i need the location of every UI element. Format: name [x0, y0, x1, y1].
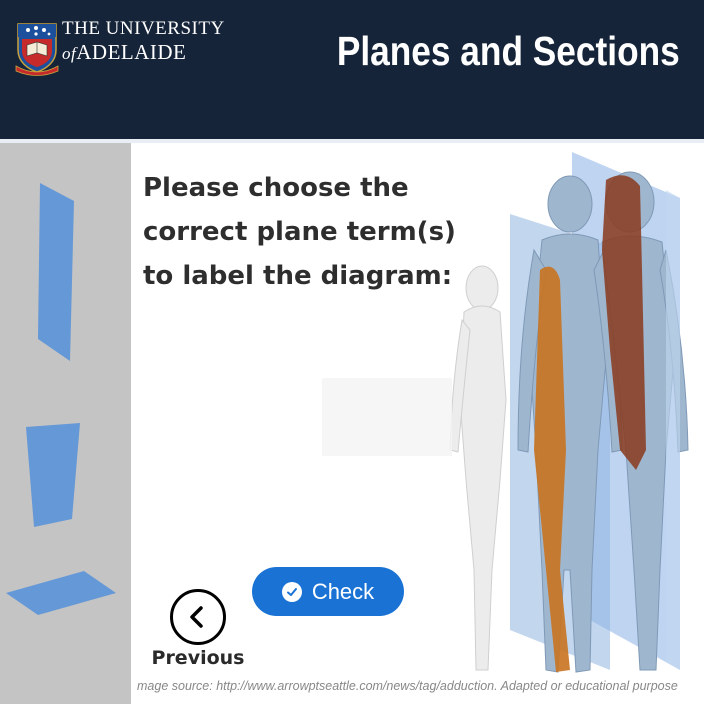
logo-name: ADELAIDE: [76, 40, 187, 64]
question-line-3: to label the diagram:: [143, 261, 453, 291]
image-source-caption: mage source: http://www.arrowptseattle.c…: [137, 679, 678, 693]
plane-options-tray: [0, 143, 131, 704]
header-bar: THE UNIVERSITY ofADELAIDE Planes and Sec…: [0, 0, 704, 139]
transverse-plane-tile[interactable]: [4, 567, 118, 619]
check-button[interactable]: Check: [252, 567, 404, 616]
logo-line1: THE UNIVERSITY: [62, 18, 225, 39]
logo-line2: ofADELAIDE: [62, 40, 186, 65]
question-line-1: Please choose the: [143, 173, 409, 203]
coronal-plane-tile[interactable]: [22, 421, 84, 531]
previous-label: Previous: [151, 647, 245, 669]
label-drop-zone[interactable]: [322, 378, 452, 456]
question-text: Please choose the correct plane term(s) …: [143, 166, 463, 298]
question-line-2: correct plane term(s): [143, 217, 456, 247]
university-logo[interactable]: THE UNIVERSITY ofADELAIDE: [14, 18, 224, 78]
check-circle-icon: [281, 581, 302, 602]
white-figure: [449, 265, 507, 671]
crest-icon: [15, 23, 59, 76]
sagittal-plane-tile[interactable]: [32, 179, 82, 365]
logo-of: of: [62, 44, 77, 63]
page-title: Planes and Sections: [337, 28, 680, 74]
human-body-planes-illustration: [449, 152, 689, 673]
check-button-label: Check: [311, 578, 375, 604]
chevron-left-circle-icon: [170, 589, 226, 645]
previous-button[interactable]: Previous: [150, 589, 246, 675]
